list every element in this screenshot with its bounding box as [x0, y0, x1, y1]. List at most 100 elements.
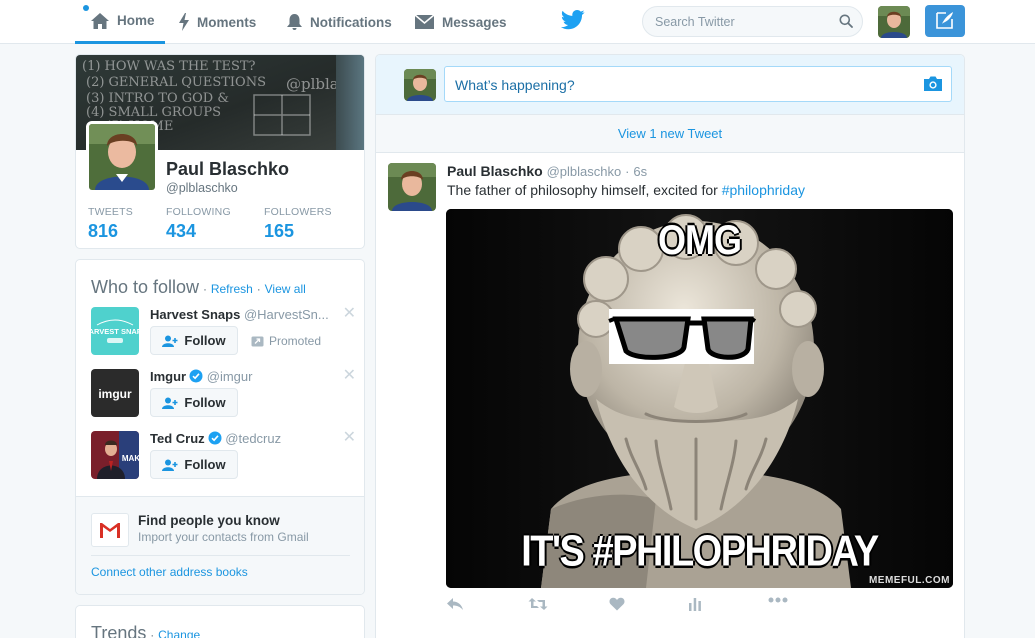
- envelope-icon: [414, 14, 435, 30]
- like-heart-icon[interactable]: [609, 597, 625, 611]
- suggestion-name-text: Harvest Snaps: [150, 307, 241, 322]
- tweet-timestamp[interactable]: 6s: [633, 164, 647, 179]
- follow-button-label: Follow: [184, 457, 226, 472]
- nav-messages[interactable]: Messages: [414, 0, 507, 44]
- profile-avatar[interactable]: [86, 121, 158, 193]
- find-people-title[interactable]: Find people you know: [138, 513, 280, 528]
- follow-button[interactable]: Follow: [150, 388, 238, 417]
- profile-card: (1) HOW WAS THE TEST? (2) GENERAL QUESTI…: [75, 54, 365, 249]
- composer-input[interactable]: [455, 75, 895, 95]
- twitter-bird-logo-icon[interactable]: [560, 10, 585, 33]
- connect-address-books-link[interactable]: Connect other address books: [91, 565, 248, 579]
- find-people-section: Find people you know Import your contact…: [76, 496, 364, 594]
- trends-title: Trends: [91, 623, 147, 638]
- refresh-link[interactable]: Refresh: [211, 282, 253, 296]
- analytics-icon[interactable]: [689, 597, 701, 611]
- retweet-icon[interactable]: [528, 597, 548, 611]
- account-avatar[interactable]: [878, 6, 910, 38]
- tweet-text: The father of philosophy himself, excite…: [447, 182, 805, 198]
- who-to-follow-card: Who to follow · Refresh · View all HARVE…: [75, 259, 365, 595]
- promoted-icon: [251, 336, 264, 346]
- nav-home[interactable]: Home: [75, 0, 165, 44]
- new-activity-dot: [83, 5, 89, 11]
- separator: ·: [256, 282, 261, 296]
- suggestion-name-text: Ted Cruz: [150, 431, 205, 446]
- stat-tweets[interactable]: TWEETS 816: [88, 206, 133, 242]
- stat-label: FOLLOWERS: [264, 206, 332, 218]
- reply-icon[interactable]: [446, 597, 464, 611]
- banner-chalk-line: (2) GENERAL QUESTIONS: [86, 75, 266, 90]
- tweet-author-name[interactable]: Paul Blaschko: [447, 163, 543, 179]
- nav-notifications-label: Notifications: [310, 14, 392, 30]
- promoted-label: Promoted: [251, 334, 321, 348]
- follow-button[interactable]: Follow: [150, 450, 238, 479]
- gmail-icon[interactable]: [91, 513, 129, 547]
- follow-button-label: Follow: [184, 333, 226, 348]
- add-user-icon: [162, 459, 178, 471]
- search-box[interactable]: [642, 6, 863, 37]
- tweet-header: Paul Blaschko @plblaschko · 6s: [447, 163, 647, 179]
- nav-moments[interactable]: Moments: [178, 0, 256, 44]
- suggestion-handle: @HarvestSn...: [243, 307, 329, 322]
- change-trends-link[interactable]: Change: [158, 628, 200, 638]
- view-all-link[interactable]: View all: [265, 282, 306, 296]
- home-timeline: View 1 new Tweet Paul Blaschko @plblasch…: [375, 54, 965, 638]
- meme-watermark: MEMEFUL.COM: [868, 575, 950, 586]
- stat-value: 434: [166, 221, 197, 241]
- suggestion-avatar-text: imgur: [98, 387, 132, 401]
- nav-home-label: Home: [117, 13, 155, 28]
- dismiss-icon[interactable]: ✕: [343, 365, 356, 385]
- stat-label: TWEETS: [88, 206, 133, 218]
- follow-button[interactable]: Follow: [150, 326, 238, 355]
- tweet-media-image[interactable]: OMG IT'S #PHILOPHRIDAY MEMEFUL.COM: [446, 209, 953, 588]
- suggestion-avatar[interactable]: imgur: [91, 369, 139, 417]
- separator: ·: [202, 282, 207, 296]
- suggestion-harvest-snaps: HARVEST SNAPS Harvest Snaps @HarvestSn..…: [91, 305, 356, 363]
- who-to-follow-title: Who to follow: [91, 277, 200, 297]
- meme-bottom-caption: IT'S #PHILOPHRIDAY: [521, 527, 879, 577]
- tweet-dot: ·: [625, 164, 630, 179]
- lightning-icon: [178, 13, 190, 31]
- composer-avatar: [404, 69, 436, 101]
- stat-followers[interactable]: FOLLOWERS 165: [264, 206, 332, 242]
- tweet-actions: [446, 597, 806, 617]
- camera-icon[interactable]: [923, 75, 943, 95]
- suggestion-ted-cruz: MAK Ted Cruz @tedcruz Follow ✕: [91, 429, 356, 487]
- tweet-hashtag[interactable]: #philophriday: [722, 182, 805, 198]
- divider: [91, 555, 350, 556]
- profile-handle[interactable]: @plblaschko: [166, 181, 238, 195]
- nav-notifications[interactable]: Notifications: [286, 0, 392, 44]
- composer-box[interactable]: [444, 66, 952, 102]
- suggestion-imgur: imgur Imgur @imgur Follow ✕: [91, 367, 356, 425]
- search-input[interactable]: [655, 13, 835, 31]
- suggestion-avatar[interactable]: HARVEST SNAPS: [91, 307, 139, 355]
- home-icon: [90, 12, 110, 30]
- dismiss-icon[interactable]: ✕: [343, 303, 356, 323]
- dismiss-icon[interactable]: ✕: [343, 427, 356, 447]
- nav-moments-label: Moments: [197, 14, 257, 30]
- tweet-composer: [376, 55, 964, 115]
- meme-top-caption: OMG: [658, 215, 742, 263]
- suggestion-avatar-text: MAK: [122, 454, 139, 463]
- tweet-author-handle[interactable]: @plblaschko: [547, 164, 622, 179]
- tweet-author-avatar[interactable]: [388, 163, 436, 211]
- separator: ·: [150, 628, 155, 638]
- suggestion-name[interactable]: Imgur @imgur: [150, 369, 252, 386]
- stat-following[interactable]: FOLLOWING 434: [166, 206, 231, 242]
- tweet[interactable]: Paul Blaschko @plblaschko · 6s The fathe…: [376, 153, 964, 633]
- suggestion-avatar[interactable]: MAK: [91, 431, 139, 479]
- search-icon[interactable]: [839, 14, 853, 31]
- trends-header: Trends · Change: [91, 623, 200, 638]
- view-new-tweets-bar[interactable]: View 1 new Tweet: [376, 115, 964, 153]
- banner-chalk-line: (4) SMALL GROUPS: [86, 105, 221, 120]
- top-navigation-bar: Home Moments Notifications Messages: [0, 0, 1035, 44]
- suggestion-avatar-text: HARVEST SNAPS: [91, 327, 139, 336]
- compose-tweet-button[interactable]: [925, 5, 965, 37]
- more-options-icon[interactable]: [768, 597, 788, 603]
- verified-badge-icon: [189, 369, 203, 386]
- add-user-icon: [162, 397, 178, 409]
- suggestion-name[interactable]: Ted Cruz @tedcruz: [150, 431, 281, 448]
- profile-name[interactable]: Paul Blaschko: [166, 159, 289, 180]
- follow-button-label: Follow: [184, 395, 226, 410]
- suggestion-name[interactable]: Harvest Snaps @HarvestSn...: [150, 307, 329, 322]
